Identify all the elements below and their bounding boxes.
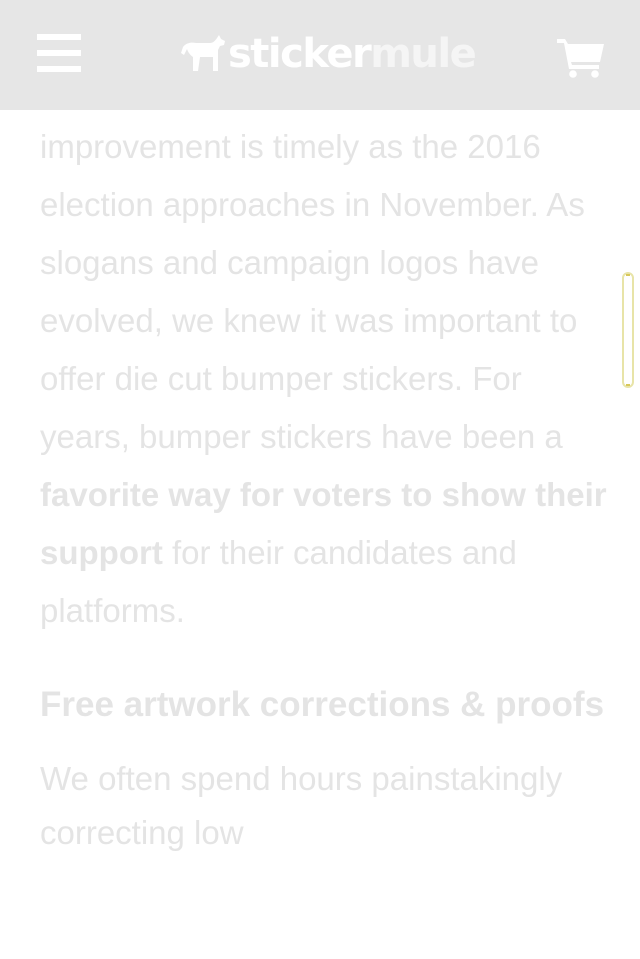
menu-bar-line [37,66,81,72]
logo-text-sticker: sticker [228,31,372,77]
menu-bar-line [37,34,81,40]
scrollbar-cap-bottom [626,384,630,386]
section-heading: Free artwork corrections & proofs [40,685,605,724]
stickermule-logo[interactable]: stickermule [180,30,477,78]
article-paragraph: improvement is timely as the 2016 electi… [40,118,610,640]
menu-bar-line [37,50,81,56]
shopping-cart-icon[interactable] [556,36,606,78]
scrollbar-thumb[interactable] [622,272,634,388]
article-paragraph-2: We often spend hours painstakingly corre… [40,760,563,851]
scrollbar-cap-top [626,274,630,276]
paragraph-text-start: improvement is timely as the 2016 electi… [40,128,585,455]
logo-wordmark: stickermule [228,30,477,78]
article-content: improvement is timely as the 2016 electi… [40,118,610,860]
top-navigation-bar: stickermule [0,0,640,110]
hamburger-menu-icon[interactable] [37,33,81,73]
logo-text-mule: mule [370,31,477,77]
mule-logo-icon [181,35,225,71]
